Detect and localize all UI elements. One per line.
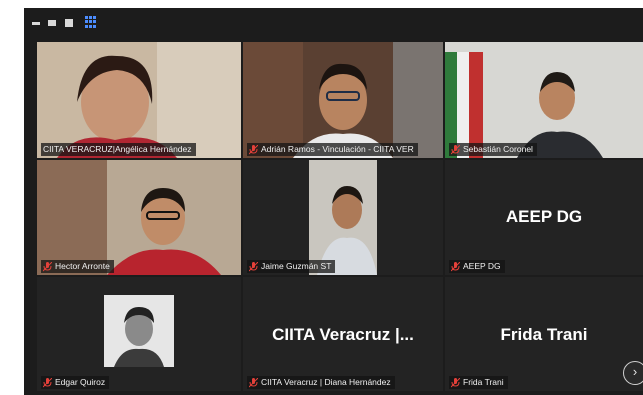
view-toolbar: [24, 8, 643, 40]
muted-mic-icon: [249, 377, 258, 388]
participant-tile[interactable]: CIITA Veracruz |... CIITA Veracruz | Dia…: [243, 277, 443, 391]
muted-mic-icon: [451, 377, 460, 388]
participant-tile[interactable]: Sebastián Coronel: [445, 42, 643, 158]
participant-display-name: Frida Trani: [500, 325, 588, 344]
participant-tile[interactable]: CIITA VERACRUZ|Angélica Hernández: [37, 42, 241, 158]
participant-name-label: AEEP DG: [449, 260, 505, 273]
next-page-button[interactable]: ›: [623, 361, 643, 385]
participant-name-label: CIITA Veracruz | Diana Hernández: [247, 376, 395, 389]
muted-mic-icon: [43, 377, 52, 388]
participant-tile[interactable]: Hector Arronte: [37, 160, 241, 275]
participant-tile[interactable]: Jaime Guzmán ST: [243, 160, 443, 275]
participant-name-label: Sebastián Coronel: [449, 143, 537, 156]
gallery-grid-icon[interactable]: [85, 16, 97, 28]
speaker-view-icon[interactable]: [48, 20, 56, 26]
participant-name-label: Jaime Guzmán ST: [247, 260, 336, 273]
muted-mic-icon: [249, 261, 258, 272]
film-strip-icon[interactable]: [65, 19, 73, 27]
participant-tile[interactable]: Edgar Quiroz: [37, 277, 241, 391]
participant-tile[interactable]: AEEP DG AEEP DG: [445, 160, 643, 275]
participant-tile[interactable]: Frida Trani Frida Trani ›: [445, 277, 643, 391]
participant-name-label: Edgar Quiroz: [41, 376, 110, 389]
participant-tile[interactable]: Adrián Ramos - Vinculación - CIITA VER: [243, 42, 443, 158]
muted-mic-icon: [451, 144, 460, 155]
participant-name-label: Hector Arronte: [41, 260, 114, 273]
participant-display-name: AEEP DG: [505, 207, 583, 226]
participant-video: [37, 160, 241, 275]
meeting-window: CIITA VERACRUZ|Angélica Hernández Adrián…: [24, 8, 643, 395]
participant-display-name: CIITA Veracruz |...: [272, 325, 414, 344]
participant-video: [445, 42, 643, 158]
participant-name-label: Frida Trani: [449, 376, 508, 389]
muted-mic-icon: [249, 144, 258, 155]
minimize-icon[interactable]: [32, 22, 40, 25]
participant-avatar: [104, 295, 174, 367]
participant-name-label: CIITA VERACRUZ|Angélica Hernández: [41, 143, 196, 156]
participant-video: [243, 160, 443, 275]
participant-video: [37, 42, 241, 158]
muted-mic-icon: [451, 261, 460, 272]
participant-name-label: Adrián Ramos - Vinculación - CIITA VER: [247, 143, 418, 156]
participant-video: [243, 42, 443, 158]
muted-mic-icon: [43, 261, 52, 272]
